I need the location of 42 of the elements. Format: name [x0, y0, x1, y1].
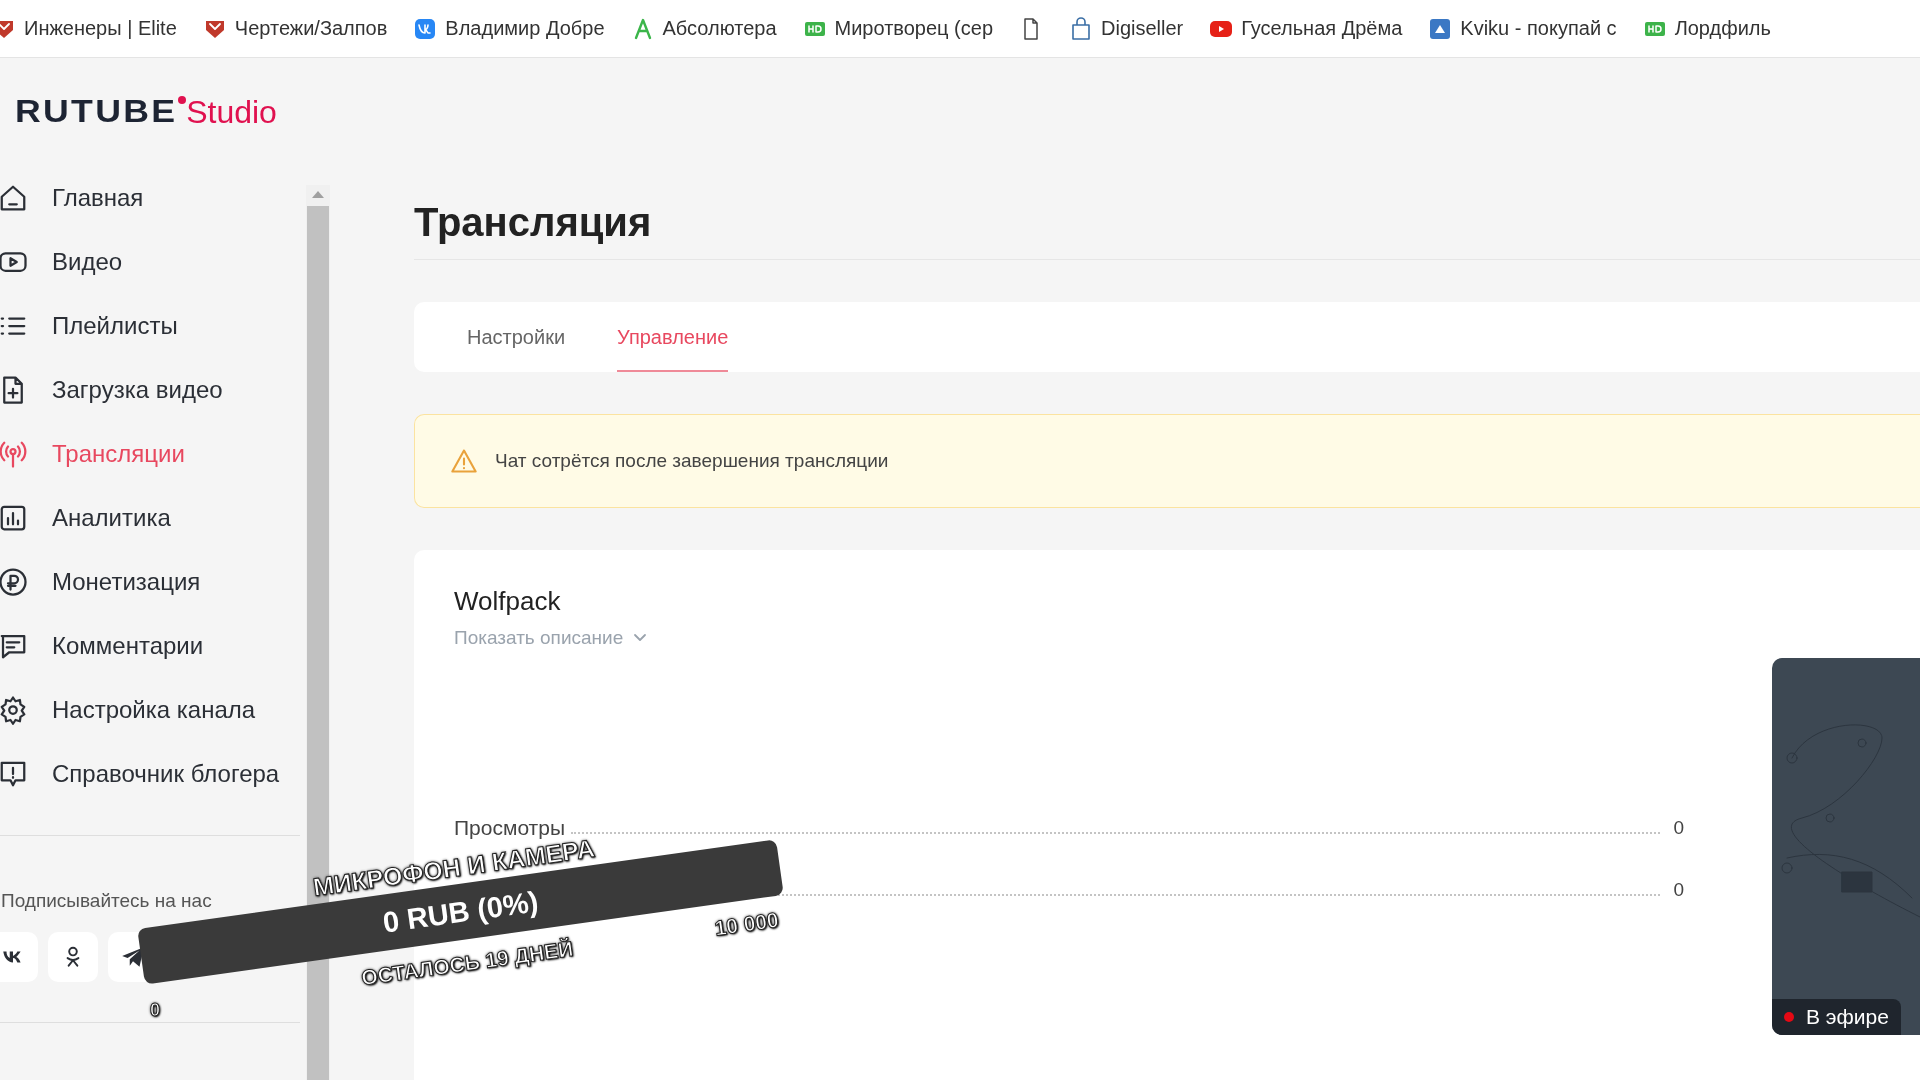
- rutube-studio-logo[interactable]: RUTUBE Studio: [15, 93, 277, 131]
- tab[interactable]: Управление: [617, 302, 729, 372]
- bar-chart-icon: [0, 503, 28, 533]
- sidebar-item[interactable]: Главная: [0, 166, 306, 230]
- sidebar-item[interactable]: Плейлисты: [0, 294, 306, 358]
- bookmark[interactable]: Лордфиль: [1642, 16, 1771, 41]
- social-button[interactable]: [48, 932, 98, 982]
- warning-icon: [449, 447, 479, 475]
- goal-target: 10 000: [713, 907, 781, 941]
- sidebar-item[interactable]: Справочник блогера: [0, 742, 306, 806]
- bookmark[interactable]: Digiseller: [1069, 16, 1184, 41]
- bookmark[interactable]: Владимир Добре: [413, 16, 605, 41]
- info-icon: [0, 759, 28, 789]
- sidebar-item[interactable]: Загрузка видео: [0, 358, 306, 422]
- sidebar-item[interactable]: Настройка канала: [0, 678, 306, 742]
- chevron-down-icon: [633, 633, 648, 643]
- bookmark[interactable]: Гусельная Дрёма: [1209, 16, 1403, 41]
- bookmark[interactable]: Инженеры | Elite: [0, 16, 177, 41]
- sidebar-item[interactable]: Видео: [0, 230, 306, 294]
- goal-start: 0: [150, 1000, 160, 1021]
- page-title: Трансляция: [414, 170, 1920, 260]
- app-icon: [1428, 16, 1453, 41]
- home-icon: [0, 183, 28, 213]
- warning-text: Чат сотрётся после завершения трансляции: [495, 450, 889, 472]
- bookmark[interactable]: Абсолютера: [630, 16, 777, 41]
- stat-label: Просмотры: [454, 816, 565, 839]
- sidebar-item[interactable]: Аналитика: [0, 486, 306, 550]
- vk-icon: [413, 16, 438, 41]
- sidebar-item[interactable]: Комментарии: [0, 614, 306, 678]
- settings-icon: [0, 695, 28, 725]
- stat-value: 0: [1672, 817, 1684, 839]
- bookmark[interactable]: Kviku - покупай с: [1428, 16, 1617, 41]
- live-label: В эфире: [1806, 1005, 1889, 1029]
- ruble-icon: [0, 567, 28, 597]
- sidebar-item[interactable]: Монетизация: [0, 550, 306, 614]
- bookmark[interactable]: Чертежи/Залпов: [202, 16, 388, 41]
- stat-value: 0: [1672, 879, 1684, 901]
- tab[interactable]: Настройки: [467, 302, 566, 372]
- stream-title: Wolfpack: [454, 586, 562, 617]
- bookmark[interactable]: Миротворец (сер: [802, 16, 994, 41]
- broadcast-icon: [0, 439, 28, 469]
- social-button[interactable]: [0, 932, 38, 982]
